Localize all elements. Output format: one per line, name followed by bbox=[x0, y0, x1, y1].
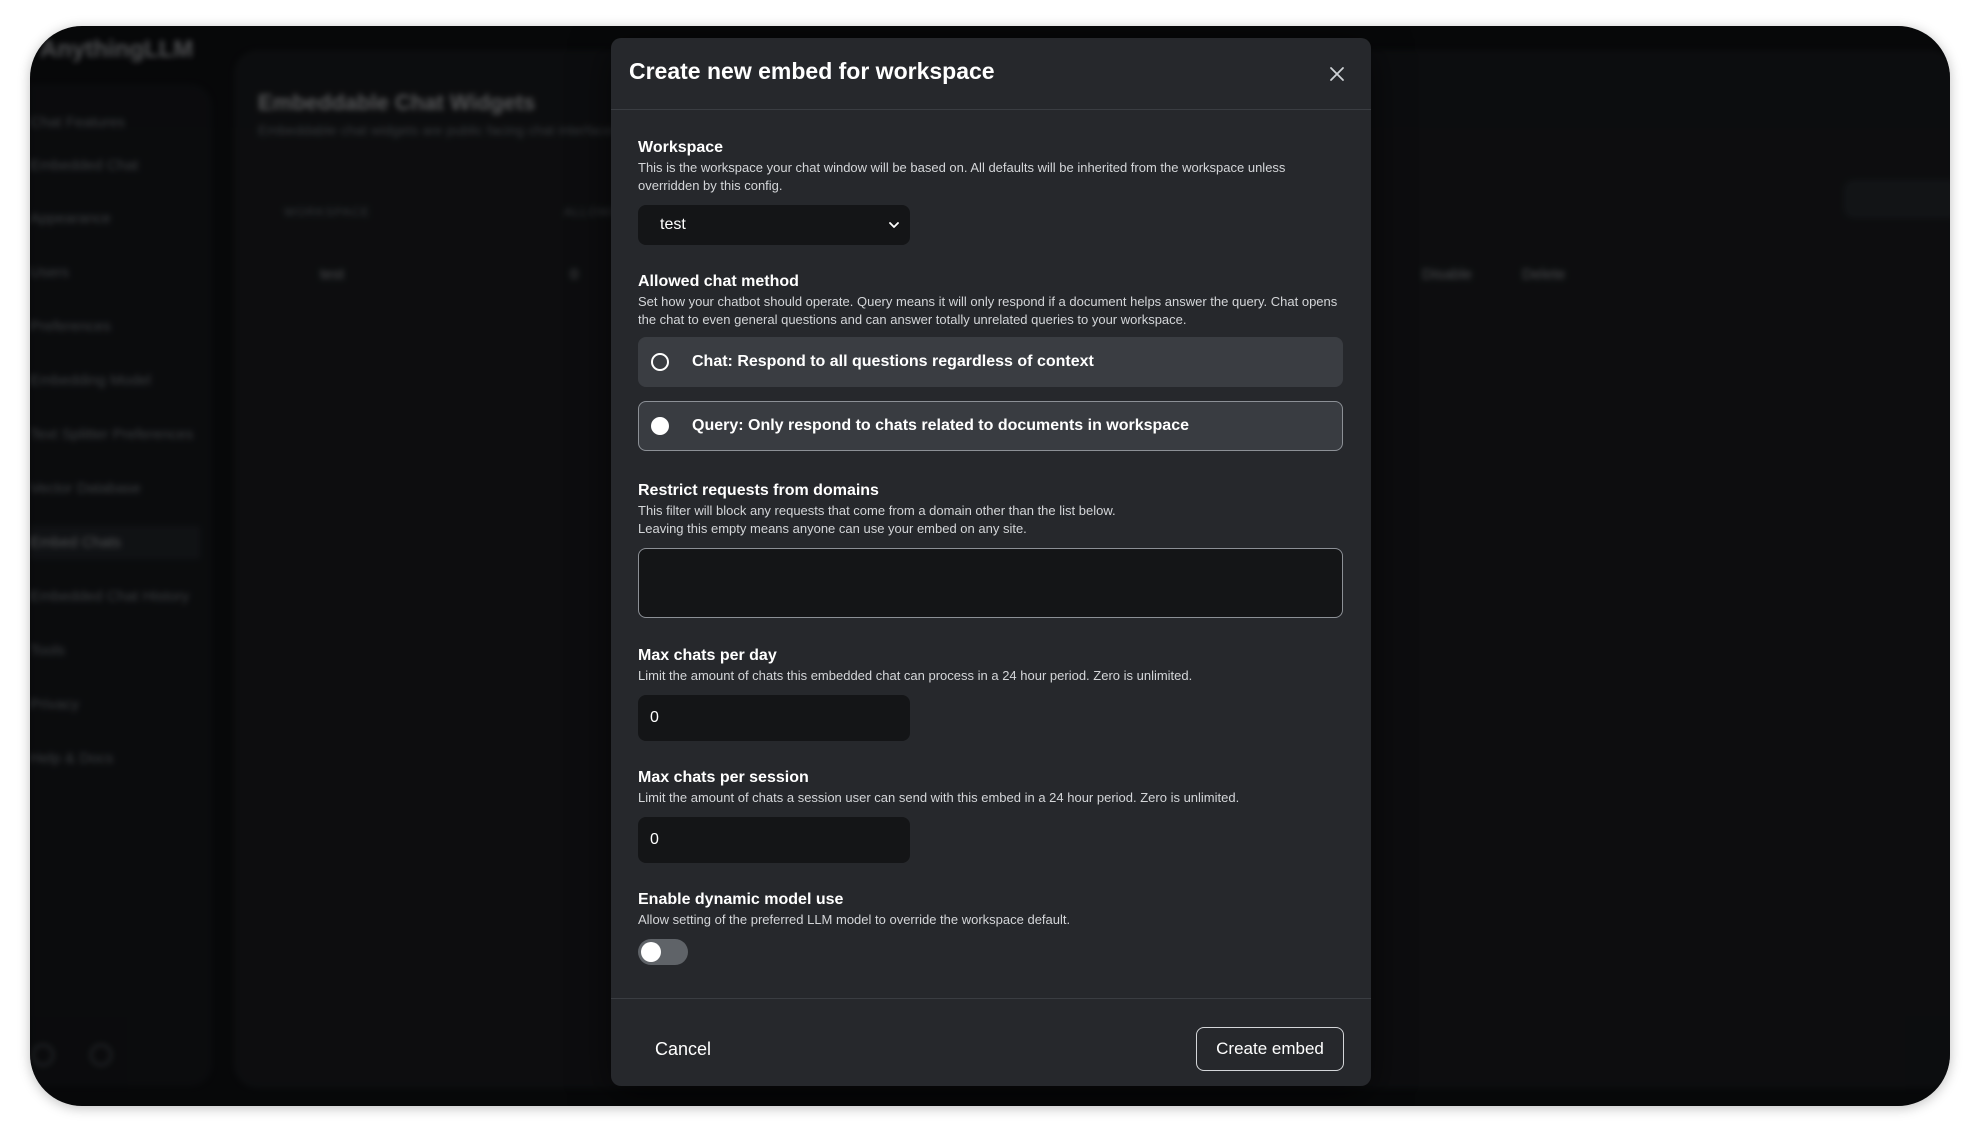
max-chats-session-section: Max chats per session Limit the amount o… bbox=[638, 768, 1343, 863]
max-chats-session-description: Limit the amount of chats a session user… bbox=[638, 790, 1240, 805]
dynamic-model-toggle[interactable] bbox=[638, 939, 688, 965]
chat-method-description: Set how your chatbot should operate. Que… bbox=[638, 294, 1338, 327]
domains-section: Restrict requests from domains This filt… bbox=[638, 481, 1343, 618]
max-chats-day-description: Limit the amount of chats this embedded … bbox=[638, 668, 1193, 683]
radio-option-label: Query: Only respond to chats related to … bbox=[692, 417, 1189, 434]
radio-option-query[interactable]: Query: Only respond to chats related to … bbox=[638, 401, 1343, 451]
app-window: AnythingLLM Chat Features Embedded Chat … bbox=[30, 26, 1950, 1106]
chevron-down-icon bbox=[889, 222, 899, 228]
domains-label: Restrict requests from domains bbox=[638, 482, 879, 499]
modal-title: Create new embed for workspace bbox=[629, 58, 995, 84]
max-chats-day-label: Max chats per day bbox=[638, 647, 777, 664]
radio-selected-icon bbox=[651, 417, 669, 435]
dynamic-model-description: Allow setting of the preferred LLM model… bbox=[638, 912, 1071, 927]
radio-option-label: Chat: Respond to all questions regardles… bbox=[692, 353, 1094, 370]
workspace-description: This is the workspace your chat window w… bbox=[638, 160, 1286, 193]
domains-input[interactable] bbox=[638, 548, 1343, 618]
create-embed-button[interactable]: Create embed bbox=[1196, 1027, 1344, 1071]
chat-method-section: Allowed chat method Set how your chatbot… bbox=[638, 272, 1343, 451]
close-button[interactable] bbox=[1323, 60, 1351, 88]
cancel-button[interactable]: Cancel bbox=[655, 1039, 711, 1060]
max-chats-session-input[interactable]: 0 bbox=[638, 817, 910, 863]
dynamic-model-label: Enable dynamic model use bbox=[638, 891, 844, 908]
max-chats-day-section: Max chats per day Limit the amount of ch… bbox=[638, 646, 1343, 741]
domains-description-line2: Leaving this empty means anyone can use … bbox=[638, 521, 1027, 536]
modal-footer: Cancel Create embed bbox=[611, 998, 1371, 1086]
workspace-label: Workspace bbox=[638, 139, 724, 156]
create-embed-modal: Create new embed for workspace Workspace… bbox=[611, 38, 1371, 1086]
max-chats-day-input[interactable]: 0 bbox=[638, 695, 910, 741]
radio-option-chat[interactable]: Chat: Respond to all questions regardles… bbox=[638, 337, 1343, 387]
workspace-select[interactable]: test bbox=[638, 205, 910, 245]
max-chats-session-label: Max chats per session bbox=[638, 769, 809, 786]
workspace-section: Workspace This is the workspace your cha… bbox=[638, 138, 1343, 245]
workspace-select-value: test bbox=[660, 216, 686, 233]
domains-description-line1: This filter will block any requests that… bbox=[638, 503, 1116, 518]
dynamic-model-section: Enable dynamic model use Allow setting o… bbox=[638, 890, 1343, 965]
radio-circle-icon bbox=[651, 353, 669, 371]
close-icon bbox=[1330, 67, 1344, 81]
chat-method-label: Allowed chat method bbox=[638, 273, 799, 290]
toggle-knob bbox=[641, 942, 661, 962]
modal-header: Create new embed for workspace bbox=[611, 38, 1371, 110]
